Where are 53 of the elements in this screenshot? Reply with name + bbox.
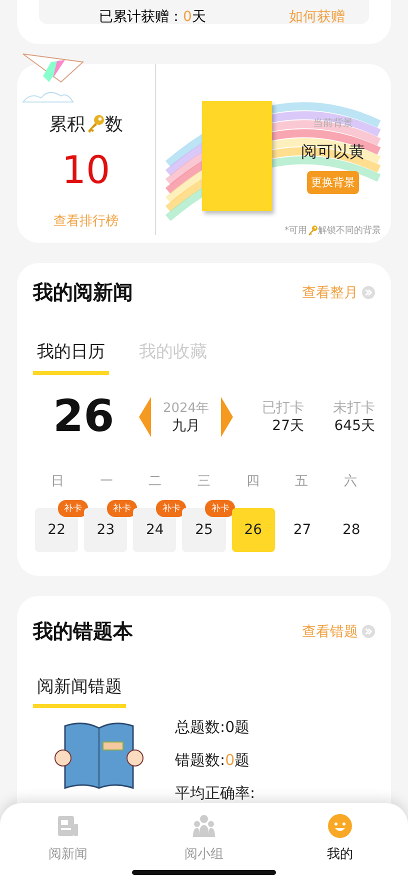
stat-text: 总题数:0题 xyxy=(175,718,251,737)
unlock-note: *可用 xyxy=(284,225,307,237)
calendar-day[interactable]: 26 xyxy=(232,508,275,552)
view-month-link[interactable]: 查看整月 xyxy=(302,284,375,302)
section-title: 我的阅新闻 xyxy=(33,279,133,306)
makeup-badge[interactable]: 补卡 xyxy=(107,500,138,517)
change-background-button[interactable]: 更换背景 xyxy=(307,171,359,194)
calendar-day[interactable]: 28 xyxy=(330,508,373,552)
makeup-badge[interactable]: 补卡 xyxy=(205,500,236,517)
background-name: 阅可以黄 xyxy=(301,142,365,163)
key-icon xyxy=(307,225,318,236)
view-mistakes-link[interactable]: 查看错题 xyxy=(302,622,375,640)
leaderboard-link[interactable]: 查看排行榜 xyxy=(54,212,118,230)
unsigned-days: 645天 xyxy=(334,416,375,434)
next-month-arrow[interactable] xyxy=(221,396,233,436)
makeup-badge[interactable]: 补卡 xyxy=(156,500,186,517)
calendar-day[interactable]: 27 xyxy=(280,508,324,552)
tab-bar-item[interactable]: 我的 xyxy=(272,803,408,883)
keys-count: 10 xyxy=(62,148,110,192)
gift-days-text: 已累计获赠：0天 xyxy=(99,10,206,24)
smiley-icon xyxy=(327,813,353,839)
signed-days: 27天 xyxy=(272,416,304,434)
tab-bar-item[interactable]: 阅小组 xyxy=(136,803,272,883)
chevron-icon xyxy=(362,625,375,638)
tab[interactable]: 我的日历 xyxy=(33,340,109,375)
people-icon xyxy=(191,813,217,839)
unlock-note: 解锁不同的背景 xyxy=(318,224,381,237)
current-day: 26 xyxy=(33,391,139,442)
unsigned-label: 未打卡 xyxy=(333,398,375,416)
signed-label: 已打卡 xyxy=(262,398,304,416)
weekday-label: 日 xyxy=(50,473,65,490)
newspaper-icon xyxy=(55,813,81,839)
weekday-label: 四 xyxy=(245,473,260,490)
how-to-get-link[interactable]: 如何获赠 xyxy=(289,10,345,24)
makeup-badge[interactable]: 补卡 xyxy=(58,500,88,517)
chevron-icon xyxy=(362,286,375,299)
weekday-label: 三 xyxy=(196,473,212,490)
month-label: 九月 xyxy=(172,416,200,434)
year-label: 2024年 xyxy=(162,400,210,416)
weekday-label: 五 xyxy=(294,473,310,490)
stat-text: 平均正确率: xyxy=(175,784,256,803)
section-title: 我的错题本 xyxy=(33,618,133,645)
current-background-label: 当前背景 xyxy=(313,116,353,130)
weekday-label: 一 xyxy=(98,473,114,490)
weekday-label: 六 xyxy=(343,473,358,490)
weekday-label: 二 xyxy=(148,473,163,490)
stat-text: 错题数:0题 xyxy=(175,751,251,770)
tab-bar-item[interactable]: 阅新闻 xyxy=(0,803,136,883)
key-icon xyxy=(85,114,105,134)
tab[interactable]: 阅新闻错题 xyxy=(33,675,126,708)
keys-title-text: 累积 xyxy=(49,113,85,136)
keys-title-text: 数 xyxy=(105,113,123,136)
previous-month-arrow[interactable] xyxy=(139,396,151,436)
